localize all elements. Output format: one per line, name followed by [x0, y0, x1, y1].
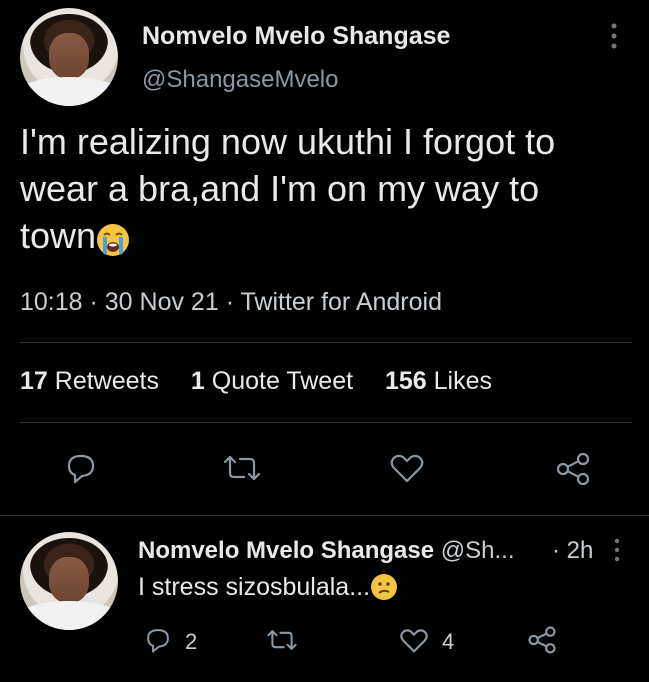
reply-text: I stress sizosbulala...: [138, 573, 398, 603]
reply-time[interactable]: · 2h: [552, 537, 593, 565]
share-icon[interactable]: [555, 452, 591, 486]
tweet-text-line3-words: town: [20, 215, 97, 256]
author-avatar[interactable]: [20, 8, 118, 106]
reply-like-count: 4: [442, 629, 455, 654]
crying-emoji: [96, 215, 130, 262]
reply-reply-count: 2: [185, 629, 198, 654]
tweet-stats: 17 Retweets 1 Quote Tweet 156 Likes: [20, 367, 492, 396]
avatar-shirt: [20, 76, 118, 106]
reply-like-icon[interactable]: [399, 627, 429, 654]
quotes-count: 1: [190, 367, 205, 395]
retweets-count: 17: [20, 367, 48, 395]
reply-retweet-icon[interactable]: [266, 627, 298, 653]
retweet-icon[interactable]: [222, 453, 262, 483]
tweet-timestamp[interactable]: 10:18 · 30 Nov 21 · Twitter for Android: [20, 288, 442, 317]
reply-menu-icon[interactable]: [613, 537, 621, 568]
reply-text-words: I stress sizosbulala...: [138, 573, 371, 601]
retweets-stat[interactable]: 17 Retweets: [20, 367, 166, 395]
divider-middle: [20, 422, 632, 423]
likes-label: Likes: [433, 367, 492, 395]
kebab-menu-icon[interactable]: [609, 22, 619, 54]
reply-reply-icon[interactable]: [144, 626, 172, 654]
retweets-label: Retweets: [54, 367, 159, 395]
quotes-label: Quote Tweet: [211, 367, 354, 395]
reply-avatar-shirt: [20, 600, 118, 630]
author-handle[interactable]: @ShangaseMvelo: [142, 66, 338, 94]
tweet-text-line1: I'm realizing now ukuthi I forgot to: [20, 121, 556, 162]
quotes-stat[interactable]: 1 Quote Tweet: [191, 367, 360, 395]
likes-count: 156: [384, 367, 427, 395]
author-name[interactable]: Nomvelo Mvelo Shangase: [142, 22, 450, 51]
tweet-text-line2: wear a bra,and I'm on my way to: [20, 168, 540, 209]
reply-avatar[interactable]: [20, 532, 118, 630]
like-icon[interactable]: [389, 452, 425, 484]
confused-emoji: [370, 573, 398, 603]
avatar-face: [49, 33, 89, 79]
reply-icon[interactable]: [64, 451, 98, 485]
reply-author-name[interactable]: Nomvelo Mvelo Shangase: [138, 537, 434, 564]
reply-share-icon[interactable]: [527, 625, 557, 655]
reply-header: Nomvelo Mvelo Shangase @Sh...: [138, 537, 515, 565]
reply-author-handle[interactable]: @Sh...: [441, 537, 515, 564]
likes-stat[interactable]: 156 Likes: [385, 367, 492, 395]
tweet-text: I'm realizing now ukuthi I forgot to wea…: [20, 118, 640, 262]
divider-top: [20, 342, 632, 343]
tweet-text-line3: town: [20, 212, 640, 262]
divider-bottom: [0, 515, 649, 516]
reply-avatar-face: [49, 557, 89, 603]
